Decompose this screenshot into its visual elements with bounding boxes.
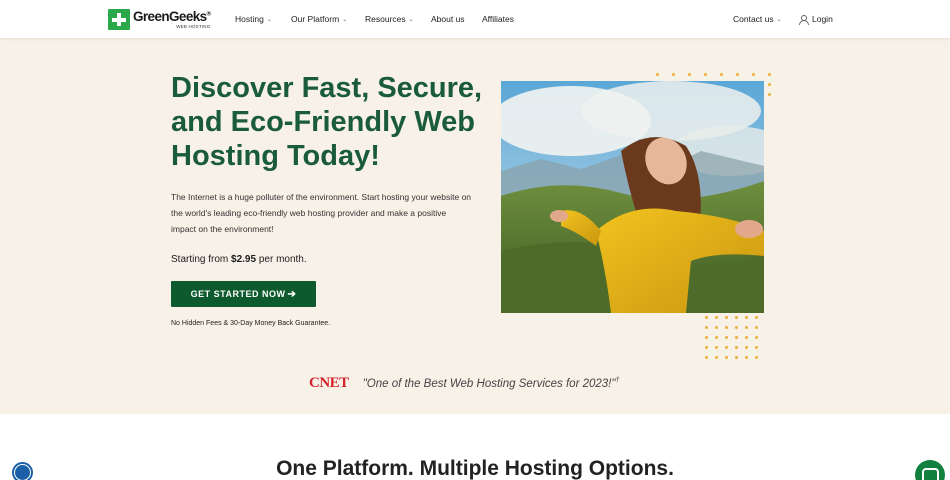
hero-description: The Internet is a huge polluter of the e… bbox=[171, 192, 472, 234]
accessibility-icon[interactable] bbox=[12, 462, 33, 480]
plus-logo-icon bbox=[108, 9, 130, 30]
price-prefix: Starting from bbox=[171, 254, 229, 265]
cnet-logo: CNET bbox=[309, 375, 349, 391]
menu-item-affiliates[interactable]: Affiliates bbox=[482, 14, 514, 24]
price-suffix: per month. bbox=[258, 254, 307, 265]
menu-item-label: Hosting bbox=[235, 14, 264, 24]
hero-section: Discover Fast, Secure, and Eco-Friendly … bbox=[0, 38, 950, 414]
money-back-guarantee: No Hidden Fees & 30-Day Money Back Guara… bbox=[171, 320, 331, 327]
menu-item-label: Affiliates bbox=[482, 14, 514, 24]
brand-wordmark: GreenGeeks® WEB HOSTING bbox=[133, 9, 211, 29]
menu-item-label: About us bbox=[431, 14, 465, 24]
brand-logo[interactable]: GreenGeeks® WEB HOSTING bbox=[108, 9, 211, 30]
menu-item-label: Our Platform bbox=[291, 14, 340, 24]
menu-item-resources[interactable]: Resources ⌄ bbox=[365, 14, 414, 24]
arrow-right-icon: ➔ bbox=[287, 288, 297, 300]
contact-us-label: Contact us bbox=[733, 14, 774, 24]
brand-name: GreenGeeks® bbox=[133, 9, 211, 24]
hosting-options-heading: One Platform. Multiple Hosting Options. bbox=[276, 457, 674, 480]
menu-item-label: Resources bbox=[365, 14, 406, 24]
hero-title: Discover Fast, Secure, and Eco-Friendly … bbox=[171, 72, 483, 172]
top-navigation: GreenGeeks® WEB HOSTING Hosting ⌄ Our Pl… bbox=[0, 0, 950, 38]
starting-price: Starting from $2.95 per month. bbox=[171, 254, 307, 265]
get-started-button[interactable]: GET STARTED NOW ➔ bbox=[171, 281, 316, 307]
cnet-quote-text: "One of the Best Web Hosting Services fo… bbox=[362, 377, 620, 390]
user-icon bbox=[799, 14, 809, 25]
menu-item-about-us[interactable]: About us bbox=[431, 14, 465, 24]
contact-us-link[interactable]: Contact us ⌄ bbox=[733, 14, 782, 24]
chevron-down-icon: ⌄ bbox=[342, 16, 348, 23]
brand-subtitle: WEB HOSTING bbox=[176, 23, 211, 29]
login-link[interactable]: Login bbox=[799, 14, 833, 25]
chevron-down-icon: ⌄ bbox=[266, 16, 272, 23]
get-started-label: GET STARTED NOW bbox=[190, 289, 286, 299]
chevron-down-icon: ⌄ bbox=[776, 16, 782, 23]
chevron-down-icon: ⌄ bbox=[408, 16, 414, 23]
woman-in-yellow-jacket-image bbox=[501, 81, 764, 313]
login-label: Login bbox=[812, 14, 833, 24]
menu-item-our-platform[interactable]: Our Platform ⌄ bbox=[291, 14, 347, 24]
menu-item-hosting[interactable]: Hosting ⌄ bbox=[235, 14, 272, 24]
price-value: $2.95 bbox=[231, 254, 257, 265]
press-quote: CNET "One of the Best Web Hosting Servic… bbox=[309, 375, 619, 392]
hero-photo bbox=[501, 81, 764, 313]
